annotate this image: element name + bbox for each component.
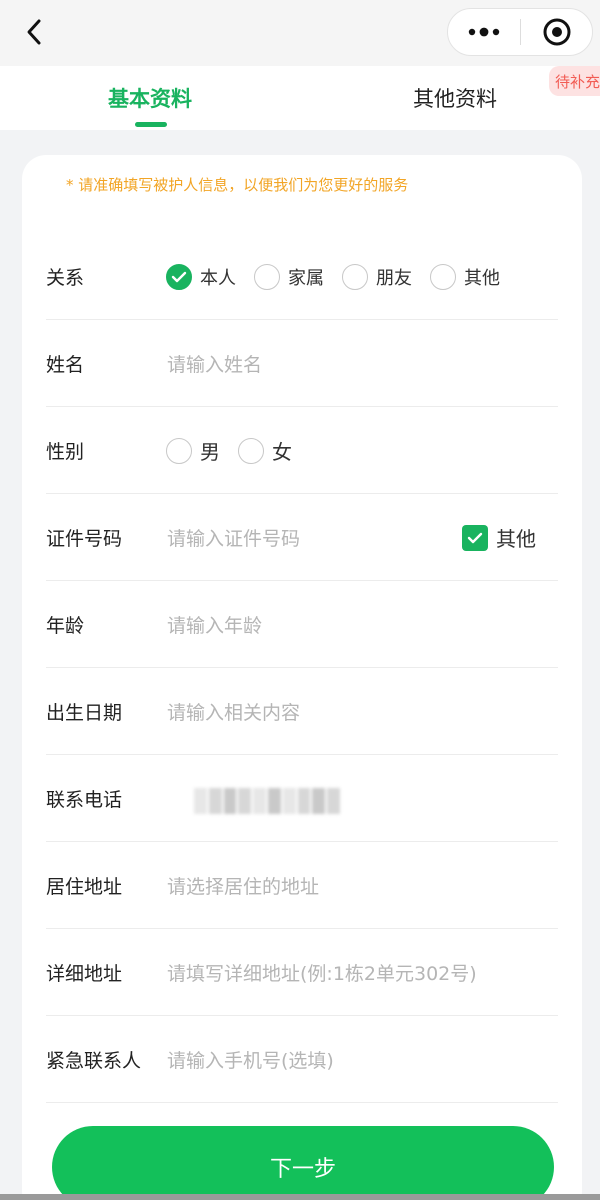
more-button[interactable] bbox=[448, 9, 520, 55]
form-notice: * 请准确填写被护人信息，以便我们为您更好的服务 bbox=[66, 175, 409, 194]
unchecked-radio-icon bbox=[342, 263, 368, 290]
birth-date-input[interactable]: 请输入相关内容 bbox=[167, 668, 300, 755]
chevron-left-icon bbox=[27, 19, 41, 45]
unchecked-radio-icon bbox=[166, 437, 192, 464]
next-step-button[interactable]: 下一步 bbox=[52, 1126, 554, 1200]
navigation-bar bbox=[0, 0, 600, 66]
relation-option-friend[interactable]: 朋友 bbox=[342, 263, 412, 290]
relation-option-label: 本人 bbox=[200, 267, 236, 289]
phone-label: 联系电话 bbox=[46, 789, 123, 811]
name-label: 姓名 bbox=[46, 354, 85, 376]
phone-row: 联系电话 bbox=[46, 755, 558, 842]
residence-label: 居住地址 bbox=[46, 876, 123, 898]
relation-option-label: 朋友 bbox=[376, 267, 412, 289]
relation-option-family[interactable]: 家属 bbox=[254, 263, 324, 290]
relation-option-other[interactable]: 其他 bbox=[430, 263, 500, 290]
more-dots-icon bbox=[468, 27, 500, 37]
age-label: 年龄 bbox=[46, 615, 85, 637]
emergency-contact-input[interactable]: 请输入手机号(选填) bbox=[167, 1016, 334, 1103]
form-card: * 请准确填写被护人信息，以便我们为您更好的服务 关系 本人 家属 朋友 其他 bbox=[22, 155, 582, 1200]
unchecked-radio-icon bbox=[238, 437, 264, 464]
gender-radio-group: 男 女 bbox=[166, 407, 310, 494]
bottom-edge-strip bbox=[0, 1194, 600, 1200]
id-other-checkbox[interactable]: 其他 bbox=[462, 494, 536, 581]
relation-radio-group: 本人 家属 朋友 其他 bbox=[166, 233, 518, 320]
id-other-checkbox-label: 其他 bbox=[496, 527, 536, 551]
phone-input-blurred[interactable] bbox=[194, 788, 340, 814]
gender-option-label: 男 bbox=[200, 440, 220, 464]
name-row: 姓名 请输入姓名 bbox=[46, 320, 558, 407]
relation-option-self[interactable]: 本人 bbox=[166, 263, 236, 290]
id-number-input[interactable]: 请输入证件号码 bbox=[167, 494, 300, 581]
relation-label: 关系 bbox=[46, 267, 85, 289]
relation-row: 关系 本人 家属 朋友 其他 bbox=[46, 233, 558, 320]
gender-option-label: 女 bbox=[272, 440, 292, 464]
relation-option-label: 家属 bbox=[288, 267, 324, 289]
birth-date-label: 出生日期 bbox=[46, 702, 123, 724]
gender-option-female[interactable]: 女 bbox=[238, 436, 292, 465]
unchecked-radio-icon bbox=[430, 263, 456, 290]
gender-label: 性别 bbox=[46, 441, 85, 463]
target-close-icon bbox=[543, 18, 570, 46]
checked-radio-icon bbox=[166, 263, 192, 290]
emergency-contact-row: 紧急联系人 请输入手机号(选填) bbox=[46, 1016, 558, 1103]
close-button[interactable] bbox=[521, 9, 592, 55]
detail-address-label: 详细地址 bbox=[46, 963, 123, 985]
unchecked-radio-icon bbox=[254, 263, 280, 290]
back-button[interactable] bbox=[16, 14, 52, 50]
detail-address-input[interactable]: 请填写详细地址(例:1栋2单元302号) bbox=[167, 929, 477, 1016]
mini-program-capsule bbox=[447, 8, 593, 56]
name-input[interactable]: 请输入姓名 bbox=[167, 320, 262, 407]
relation-option-label: 其他 bbox=[464, 267, 500, 289]
checked-checkbox-icon bbox=[462, 524, 488, 551]
residence-select[interactable]: 请选择居住的地址 bbox=[167, 842, 319, 929]
tab-bar: 基本资料 其他资料 bbox=[0, 66, 600, 130]
residence-row: 居住地址 请选择居住的地址 bbox=[46, 842, 558, 929]
age-input[interactable]: 请输入年龄 bbox=[167, 581, 262, 668]
tab-basic-info[interactable]: 基本资料 bbox=[50, 66, 250, 130]
tab-other-info[interactable]: 其他资料 bbox=[355, 66, 555, 130]
detail-address-row: 详细地址 请填写详细地址(例:1栋2单元302号) bbox=[46, 929, 558, 1016]
id-number-label: 证件号码 bbox=[46, 528, 123, 550]
emergency-contact-label: 紧急联系人 bbox=[46, 1050, 142, 1072]
id-number-row: 证件号码 请输入证件号码 其他 bbox=[46, 494, 558, 581]
gender-option-male[interactable]: 男 bbox=[166, 436, 220, 465]
age-row: 年龄 请输入年龄 bbox=[46, 581, 558, 668]
pending-badge: 待补充 bbox=[549, 66, 600, 96]
active-tab-indicator bbox=[135, 122, 167, 127]
gender-row: 性别 男 女 bbox=[46, 407, 558, 494]
birth-date-row: 出生日期 请输入相关内容 bbox=[46, 668, 558, 755]
